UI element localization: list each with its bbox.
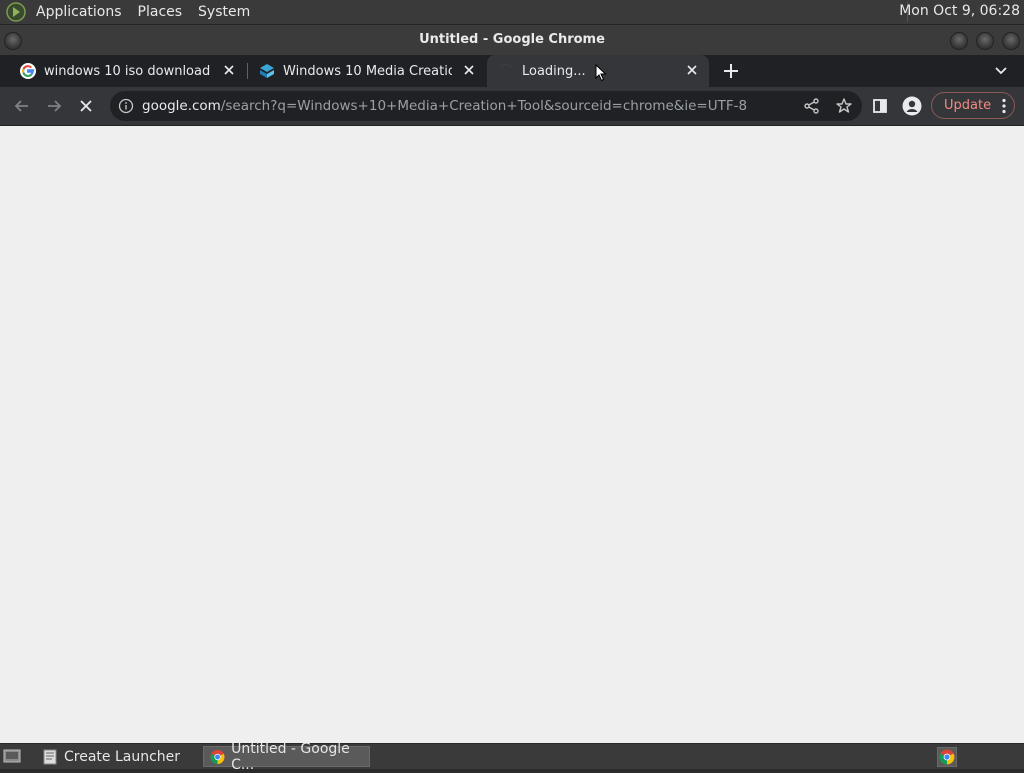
site-info-icon[interactable] [118, 98, 134, 114]
share-icon[interactable] [802, 96, 822, 116]
url-text[interactable]: google.com/search?q=Windows+10+Media+Cre… [142, 98, 747, 114]
tab-close-icon[interactable] [685, 63, 699, 77]
tab-title: windows 10 iso download 64-bit [44, 63, 212, 79]
address-bar[interactable]: google.com/search?q=Windows+10+Media+Cre… [110, 91, 862, 121]
back-arrow-icon[interactable] [12, 96, 32, 116]
window-title: Untitled - Google Chrome [419, 32, 605, 47]
window-titlebar[interactable]: Untitled - Google Chrome [0, 25, 1024, 55]
loading-icon [500, 63, 512, 68]
kebab-menu-icon[interactable] [1002, 98, 1006, 114]
menu-system[interactable]: System [196, 4, 252, 20]
taskbar-item-create-launcher[interactable]: Create Launcher [36, 746, 201, 767]
forward-arrow-icon[interactable] [44, 96, 64, 116]
stop-loading-icon[interactable] [76, 96, 96, 116]
tab-close-icon[interactable] [462, 63, 476, 77]
tab-close-icon[interactable] [222, 63, 236, 77]
chrome-tray-icon[interactable] [937, 747, 957, 767]
tab-title: Windows 10 Media Creation Tool [283, 63, 452, 79]
profile-avatar-icon[interactable] [902, 96, 922, 116]
tab-title: Loading... [522, 63, 586, 79]
bottom-panel: Create Launcher Untitled - Google C... [0, 741, 1024, 773]
minimize-button[interactable] [950, 32, 968, 50]
update-label: Update [944, 98, 992, 113]
mouse-cursor-icon [595, 64, 607, 82]
omnibox-actions [802, 96, 854, 116]
update-button[interactable]: Update [931, 92, 1015, 119]
taskbar-item-chrome[interactable]: Untitled - Google C... [203, 741, 370, 773]
tab-media-creation-tool[interactable]: Windows 10 Media Creation Tool [248, 55, 486, 87]
media-creation-tool-icon [260, 64, 274, 78]
tab-strip: windows 10 iso download 64-bit Windows 1… [0, 55, 1024, 87]
browser-toolbar: google.com/search?q=Windows+10+Media+Cre… [0, 87, 1024, 126]
url-host: google.com [142, 98, 221, 114]
side-panel-icon[interactable] [870, 96, 890, 116]
taskbar-label: Create Launcher [64, 748, 181, 765]
maximize-button[interactable] [976, 32, 994, 50]
window-menu-button[interactable] [4, 32, 22, 50]
page-content[interactable] [0, 126, 1024, 743]
bookmark-star-icon[interactable] [834, 96, 854, 116]
close-window-button[interactable] [1002, 32, 1020, 50]
menu-places[interactable]: Places [136, 4, 185, 20]
show-desktop-icon[interactable] [3, 748, 21, 764]
google-g-icon [20, 63, 36, 79]
tab-google-search[interactable]: windows 10 iso download 64-bit [8, 55, 246, 87]
url-path: /search?q=Windows+10+Media+Creation+Tool… [220, 98, 748, 114]
top-panel: Applications Places System Mon Oct 9, 06… [0, 0, 1024, 25]
chrome-icon [210, 749, 225, 764]
launcher-icon [43, 749, 57, 764]
new-tab-icon[interactable] [721, 61, 741, 81]
clock[interactable]: Mon Oct 9, 06:28 [899, 3, 1020, 19]
tab-search-chevron-icon[interactable] [993, 64, 1009, 78]
menu-applications[interactable]: Applications [34, 4, 124, 20]
mate-logo-icon[interactable] [6, 2, 26, 22]
